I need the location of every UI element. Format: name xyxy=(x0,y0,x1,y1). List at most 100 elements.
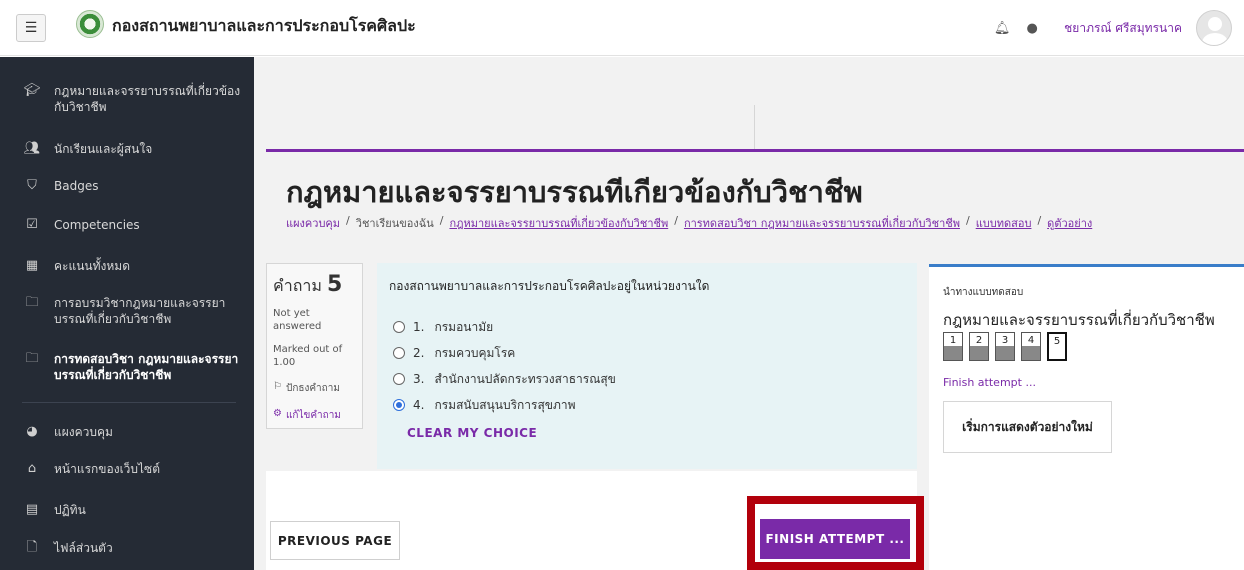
question-button-label: 2 xyxy=(975,335,983,346)
question-button-label: 3 xyxy=(1001,335,1009,346)
sidebar-item-calendar[interactable]: ▤ ปฏิทิน xyxy=(22,502,242,518)
sidebar-item-label: กฎหมายและจรรยาบรรณที่เกี่ยวข้องกับวิชาชี… xyxy=(54,84,241,114)
finish-attempt-button[interactable]: FINISH ATTEMPT ... xyxy=(760,519,910,559)
question-button-label: 1 xyxy=(949,335,957,346)
sidebar-item-badges[interactable]: ⛉ Badges xyxy=(22,178,242,194)
question-info-box: คำถาม 5 Not yet answered Marked out of 1… xyxy=(266,263,363,429)
breadcrumb-item[interactable]: แบบทดสอบ xyxy=(976,214,1032,232)
gear-icon: ⚙ xyxy=(273,408,282,419)
question-button-2[interactable]: 2 xyxy=(969,332,989,361)
question-button-4[interactable]: 4 xyxy=(1021,332,1041,361)
shield-icon: ⛉ xyxy=(27,178,37,193)
header-accent-line xyxy=(266,149,1244,152)
question-button-fill xyxy=(996,346,1014,360)
answer-radio-selected[interactable] xyxy=(393,399,405,411)
chat-bubble-icon[interactable]: ● xyxy=(1024,20,1040,36)
answer-option[interactable]: 1. กรมอนามัย xyxy=(393,314,917,340)
sidebar-item-private-files[interactable]: 🗋 ไฟล์ส่วนตัว xyxy=(22,540,242,556)
question-button-5-current[interactable]: 5 xyxy=(1047,332,1067,361)
answer-radio[interactable] xyxy=(393,373,405,385)
sidebar-item-label: Competencies xyxy=(54,218,140,232)
breadcrumb-separator: / xyxy=(1037,214,1042,227)
breadcrumb-item[interactable]: ดูตัวอย่าง xyxy=(1047,214,1092,232)
site-logo[interactable] xyxy=(76,10,104,38)
sidebar-item-grades[interactable]: ▦ คะแนนทั้งหมด xyxy=(22,258,242,274)
question-content: กองสถานพยาบาลและการประกอบโรคศิลปะอยู่ในห… xyxy=(377,263,917,469)
question-button-1[interactable]: 1 xyxy=(943,332,963,361)
answer-number: 1. xyxy=(413,320,425,334)
question-text: กองสถานพยาบาลและการประกอบโรคศิลปะอยู่ในห… xyxy=(389,279,710,293)
answer-option[interactable]: 4. กรมสนับสนุนบริการสุขภาพ xyxy=(393,392,917,418)
sidebar-item-home[interactable]: ⌂ หน้าแรกของเว็บไซต์ xyxy=(22,461,242,477)
question-button-label: 4 xyxy=(1027,335,1035,346)
answer-option[interactable]: 2. กรมควบคุมโรค xyxy=(393,340,917,366)
menu-toggle-button[interactable]: ☰ xyxy=(16,14,46,42)
question-button-3[interactable]: 3 xyxy=(995,332,1015,361)
sidebar-item-participants[interactable]: 👥︎ นักเรียนและผู้สนใจ xyxy=(22,141,242,157)
breadcrumb-item[interactable]: วิชาเรียนของฉัน xyxy=(356,214,434,232)
edit-question[interactable]: ⚙ แก้ไขคำถาม xyxy=(273,408,356,423)
breadcrumb-separator: / xyxy=(965,214,970,227)
question-mark: Marked out of 1.00 xyxy=(273,344,343,368)
bell-icon[interactable]: 🔔︎ xyxy=(994,20,1011,36)
question-buttons: 1 2 3 4 5 xyxy=(943,332,1230,361)
sidebar-item-test[interactable]: 🗀 การทดสอบวิชา กฎหมายและจรรยาบรรณที่เกี่… xyxy=(22,351,242,383)
previous-page-button[interactable]: PREVIOUS PAGE xyxy=(270,521,400,560)
sidebar-item-label: หน้าแรกของเว็บไซต์ xyxy=(54,462,160,476)
answer-text: กรมควบคุมโรค xyxy=(434,345,516,360)
page-title: กฎหมายและจรรยาบรรณทีเกียวข้องกับวิชาชีพ xyxy=(286,175,863,209)
answer-number: 4. xyxy=(413,398,425,412)
sidebar-item-label: การทดสอบวิชา กฎหมายและจรรยาบรรณที่เกี่ยว… xyxy=(54,352,239,382)
breadcrumb-item[interactable]: แผงควบคุม xyxy=(286,214,340,232)
answer-radio[interactable] xyxy=(393,347,405,359)
breadcrumb-item[interactable]: การทดสอบวิชา กฎหมายและจรรยาบรรณที่เกี่ยว… xyxy=(684,214,960,232)
home-icon: ⌂ xyxy=(27,461,37,476)
breadcrumb: แผงควบคุม / วิชาเรียนของฉัน / กฎหมายและจ… xyxy=(286,214,1092,232)
breadcrumb-separator: / xyxy=(346,214,350,227)
answer-text: กรมอนามัย xyxy=(434,319,494,334)
sidebar-divider xyxy=(22,402,236,403)
quiz-navigation-panel: นำทางแบบทดสอบ กฎหมายและจรรยาบรรณที่เกี่ย… xyxy=(929,264,1244,570)
users-icon: 👥︎ xyxy=(23,141,41,156)
finish-attempt-link[interactable]: Finish attempt ... xyxy=(943,376,1230,389)
clear-my-choice-link[interactable]: CLEAR MY CHOICE xyxy=(407,426,917,440)
sidebar-item-label: แผงควบคุม xyxy=(54,425,113,439)
flag-icon: ⚐ xyxy=(273,381,282,392)
answer-option[interactable]: 3. สำนักงานปลัดกระทรวงสาธารณสุข xyxy=(393,366,917,392)
hamburger-icon: ☰ xyxy=(24,20,38,36)
answer-text: กรมสนับสนุนบริการสุขภาพ xyxy=(434,397,576,412)
quiz-name: กฎหมายและจรรยาบรรณที่เกี่ยวกับวิชาชีพ xyxy=(943,311,1215,329)
file-icon: 🗋 xyxy=(26,540,38,555)
breadcrumb-separator: / xyxy=(439,214,444,227)
start-new-preview-button[interactable]: เริ่มการแสดงตัวอย่างใหม่ xyxy=(943,401,1112,453)
calendar-icon: ▤ xyxy=(25,502,39,517)
sidebar-item-label: ปฏิทิน xyxy=(54,503,86,517)
breadcrumb-item[interactable]: กฎหมายและจรรยาบรรณที่เกี่ยวข้องกับวิชาชี… xyxy=(449,214,668,232)
question-button-fill xyxy=(970,346,988,360)
avatar[interactable] xyxy=(1196,10,1232,46)
question-label: คำถาม xyxy=(273,276,322,295)
checkbox-icon: ☑ xyxy=(26,217,38,232)
sidebar-item-competencies[interactable]: ☑ Competencies xyxy=(22,217,242,233)
user-name[interactable]: ชยาภรณ์ ศรีสมุทรนาค xyxy=(1064,19,1182,38)
sidebar-item-course[interactable]: 🎓︎ กฎหมายและจรรยาบรรณที่เกี่ยวข้องกับวิช… xyxy=(22,83,242,115)
question-button-fill xyxy=(1022,346,1040,360)
question-button-fill xyxy=(944,346,962,360)
breadcrumb-separator: / xyxy=(674,214,678,227)
folder-icon: 🗀 xyxy=(25,295,39,310)
sidebar-item-label: Badges xyxy=(54,179,99,193)
answer-radio[interactable] xyxy=(393,321,405,333)
question-button-label: 5 xyxy=(1053,336,1061,347)
flag-question-label: ปักธงคำถาม xyxy=(285,383,340,394)
sidebar-item-training[interactable]: 🗀 การอบรมวิชากฎหมายและจรรยาบรรณที่เกี่ยว… xyxy=(22,295,242,327)
main-content: กฎหมายและจรรยาบรรณทีเกียวข้องกับวิชาชีพ … xyxy=(254,57,1244,570)
sidebar-item-dashboard[interactable]: ◕ แผงควบคุม xyxy=(22,424,242,440)
table-icon: ▦ xyxy=(25,258,39,273)
graduation-cap-icon: 🎓︎ xyxy=(23,83,41,98)
site-title[interactable]: กองสถานพยาบาลและการประกอบโรคศิลปะ xyxy=(112,14,416,39)
sidebar-item-label: นักเรียนและผู้สนใจ xyxy=(54,142,153,156)
folder-icon: 🗀 xyxy=(25,351,39,366)
flag-question[interactable]: ⚐ ปักธงคำถาม xyxy=(273,381,356,396)
question-number: คำถาม 5 xyxy=(273,272,356,299)
sidebar: 🎓︎ กฎหมายและจรรยาบรรณที่เกี่ยวข้องกับวิช… xyxy=(0,57,254,570)
